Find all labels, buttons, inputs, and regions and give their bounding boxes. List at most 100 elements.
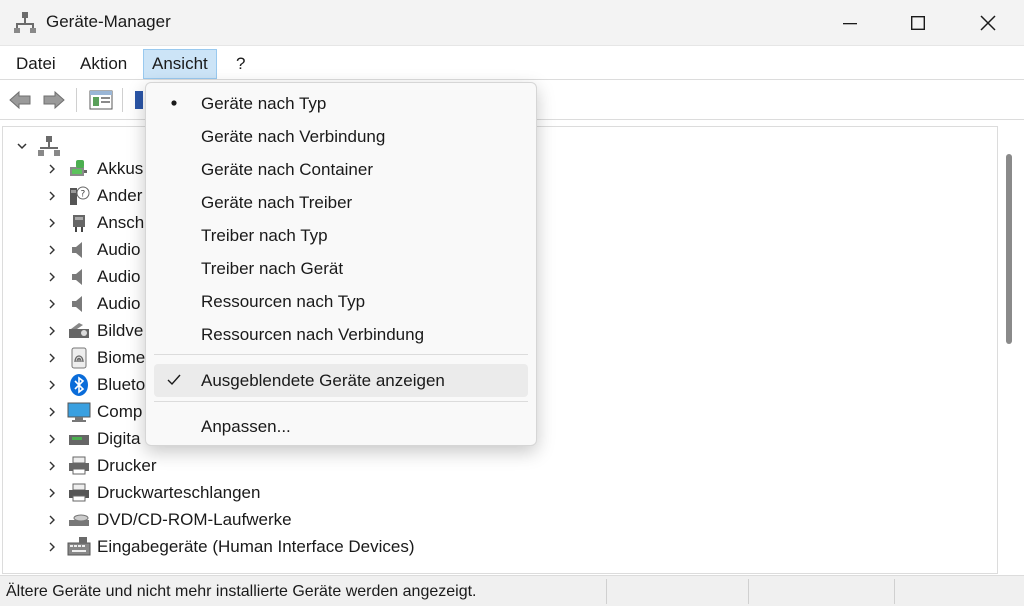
tree-row[interactable]: Biome <box>43 344 145 371</box>
chevron-right-icon[interactable] <box>43 430 61 448</box>
scrollbar-thumb[interactable] <box>1006 154 1012 344</box>
vertical-scrollbar[interactable] <box>999 126 1021 574</box>
chevron-right-icon[interactable] <box>43 214 61 232</box>
monitor-icon <box>67 400 91 424</box>
tree-row[interactable]: DVD/CD-ROM-Laufwerke <box>43 506 292 533</box>
tree-row-label: Bildve <box>97 320 144 340</box>
speaker-icon <box>67 265 91 289</box>
arrow-left-icon <box>9 90 31 110</box>
speaker-icon <box>67 292 91 316</box>
tree-row-label: Druckwarteschlangen <box>97 482 261 502</box>
tree-row[interactable]: Blueto <box>43 371 145 398</box>
dvd-drive-icon <box>67 508 91 532</box>
chevron-right-icon[interactable] <box>43 457 61 475</box>
chevron-down-icon[interactable] <box>13 137 31 155</box>
minimize-icon <box>843 23 857 25</box>
menu-item-devices-by-container[interactable]: Geräte nach Container <box>154 153 528 186</box>
tree-row[interactable]: Eingabegeräte (Human Interface Devices) <box>43 533 415 560</box>
chevron-right-icon[interactable] <box>43 484 61 502</box>
menu-item-label: Geräte nach Verbindung <box>201 127 386 146</box>
forward-button[interactable] <box>41 87 67 113</box>
tree-row-label: Drucker <box>97 455 157 475</box>
tree-row[interactable]: Audio <box>43 263 140 290</box>
chevron-right-icon[interactable] <box>43 160 61 178</box>
chevron-right-icon[interactable] <box>43 268 61 286</box>
checkmark-icon <box>166 372 182 388</box>
tree-row-label: Ander <box>97 185 143 205</box>
chevron-right-icon[interactable] <box>43 241 61 259</box>
chevron-right-icon[interactable] <box>43 511 61 529</box>
minimize-button[interactable] <box>814 0 886 46</box>
tree-row-label: Audio <box>97 293 141 313</box>
menu-item-label: Treiber nach Typ <box>201 226 328 245</box>
maximize-button[interactable] <box>882 0 954 46</box>
tree-row[interactable]: Audio <box>43 236 140 263</box>
chevron-right-icon[interactable] <box>43 187 61 205</box>
menu-item-customize[interactable]: Anpassen... <box>154 410 528 443</box>
arrow-right-icon <box>43 90 65 110</box>
fingerprint-icon <box>67 346 91 370</box>
menu-item-drivers-by-device[interactable]: Treiber nach Gerät <box>154 252 528 285</box>
properties-button[interactable] <box>132 87 144 113</box>
menu-item-show-hidden-devices[interactable]: Ausgeblendete Geräte anzeigen <box>154 364 528 397</box>
hid-keyboard-icon <box>67 535 91 559</box>
tree-row[interactable]: Comp <box>43 398 142 425</box>
tree-root-computer[interactable] <box>13 135 67 157</box>
tree-row[interactable]: Digita <box>43 425 140 452</box>
menu-item-label: Ressourcen nach Verbindung <box>201 325 425 344</box>
media-device-icon <box>67 427 91 451</box>
chevron-right-icon[interactable] <box>43 322 61 340</box>
menu-item-devices-by-connection[interactable]: Geräte nach Verbindung <box>154 120 528 153</box>
speaker-icon <box>67 238 91 262</box>
tree-row-label: Biome <box>97 347 146 367</box>
show-hide-console-tree-button[interactable] <box>88 87 114 113</box>
back-button[interactable] <box>7 87 33 113</box>
chevron-right-icon[interactable] <box>43 538 61 556</box>
tree-row-label: DVD/CD-ROM-Laufwerke <box>97 509 292 529</box>
menu-item-resources-by-type[interactable]: Ressourcen nach Typ <box>154 285 528 318</box>
menu-ansicht[interactable]: Ansicht <box>143 49 217 79</box>
window-title: Geräte-Manager <box>46 12 171 31</box>
menu-aktion[interactable]: Aktion <box>72 49 135 79</box>
camera-icon <box>67 319 91 343</box>
menu-item-drivers-by-type[interactable]: Treiber nach Typ <box>154 219 528 252</box>
close-button[interactable] <box>952 0 1024 46</box>
device-manager-app-icon <box>14 11 36 33</box>
status-separator <box>748 579 749 604</box>
tree-row[interactable]: Akkus <box>43 155 143 182</box>
tree-row[interactable]: Ansch <box>43 209 144 236</box>
menu-item-label: Ressourcen nach Typ <box>201 292 366 311</box>
tree-row-label: Audio <box>97 239 141 259</box>
menu-help[interactable]: ? <box>228 49 253 79</box>
unknown-device-icon: ? <box>67 184 91 208</box>
close-icon <box>980 15 996 31</box>
chevron-right-icon[interactable] <box>43 376 61 394</box>
chevron-right-icon[interactable] <box>43 349 61 367</box>
view-menu-dropdown: Geräte nach Typ Geräte nach Verbindung G… <box>145 82 537 446</box>
menu-item-devices-by-type[interactable]: Geräte nach Typ <box>154 87 528 120</box>
maximize-icon <box>911 16 925 30</box>
printer-icon <box>67 454 91 478</box>
bullet-icon <box>166 95 182 111</box>
tree-row[interactable]: Drucker <box>43 452 157 479</box>
menu-item-resources-by-connection[interactable]: Ressourcen nach Verbindung <box>154 318 528 351</box>
menu-item-devices-by-driver[interactable]: Geräte nach Treiber <box>154 186 528 219</box>
tree-row-label: Akkus <box>97 158 144 178</box>
tree-row-label: Comp <box>97 401 143 421</box>
print-queue-icon <box>67 481 91 505</box>
menu-separator <box>154 401 528 402</box>
menu-item-label: Ausgeblendete Geräte anzeigen <box>201 371 445 390</box>
tree-row[interactable]: Bildve <box>43 317 143 344</box>
menu-item-label: Geräte nach Treiber <box>201 193 353 212</box>
toolbar-separator <box>122 88 123 112</box>
tree-row-label: Blueto <box>97 374 146 394</box>
tree-row[interactable]: Audio <box>43 290 140 317</box>
menu-item-label: Anpassen... <box>201 417 291 436</box>
tree-row-label: Digita <box>97 428 141 448</box>
status-separator <box>606 579 607 604</box>
tree-row[interactable]: Druckwarteschlangen <box>43 479 260 506</box>
tree-row[interactable]: ? Ander <box>43 182 142 209</box>
menu-datei[interactable]: Datei <box>8 49 64 79</box>
chevron-right-icon[interactable] <box>43 295 61 313</box>
chevron-right-icon[interactable] <box>43 403 61 421</box>
